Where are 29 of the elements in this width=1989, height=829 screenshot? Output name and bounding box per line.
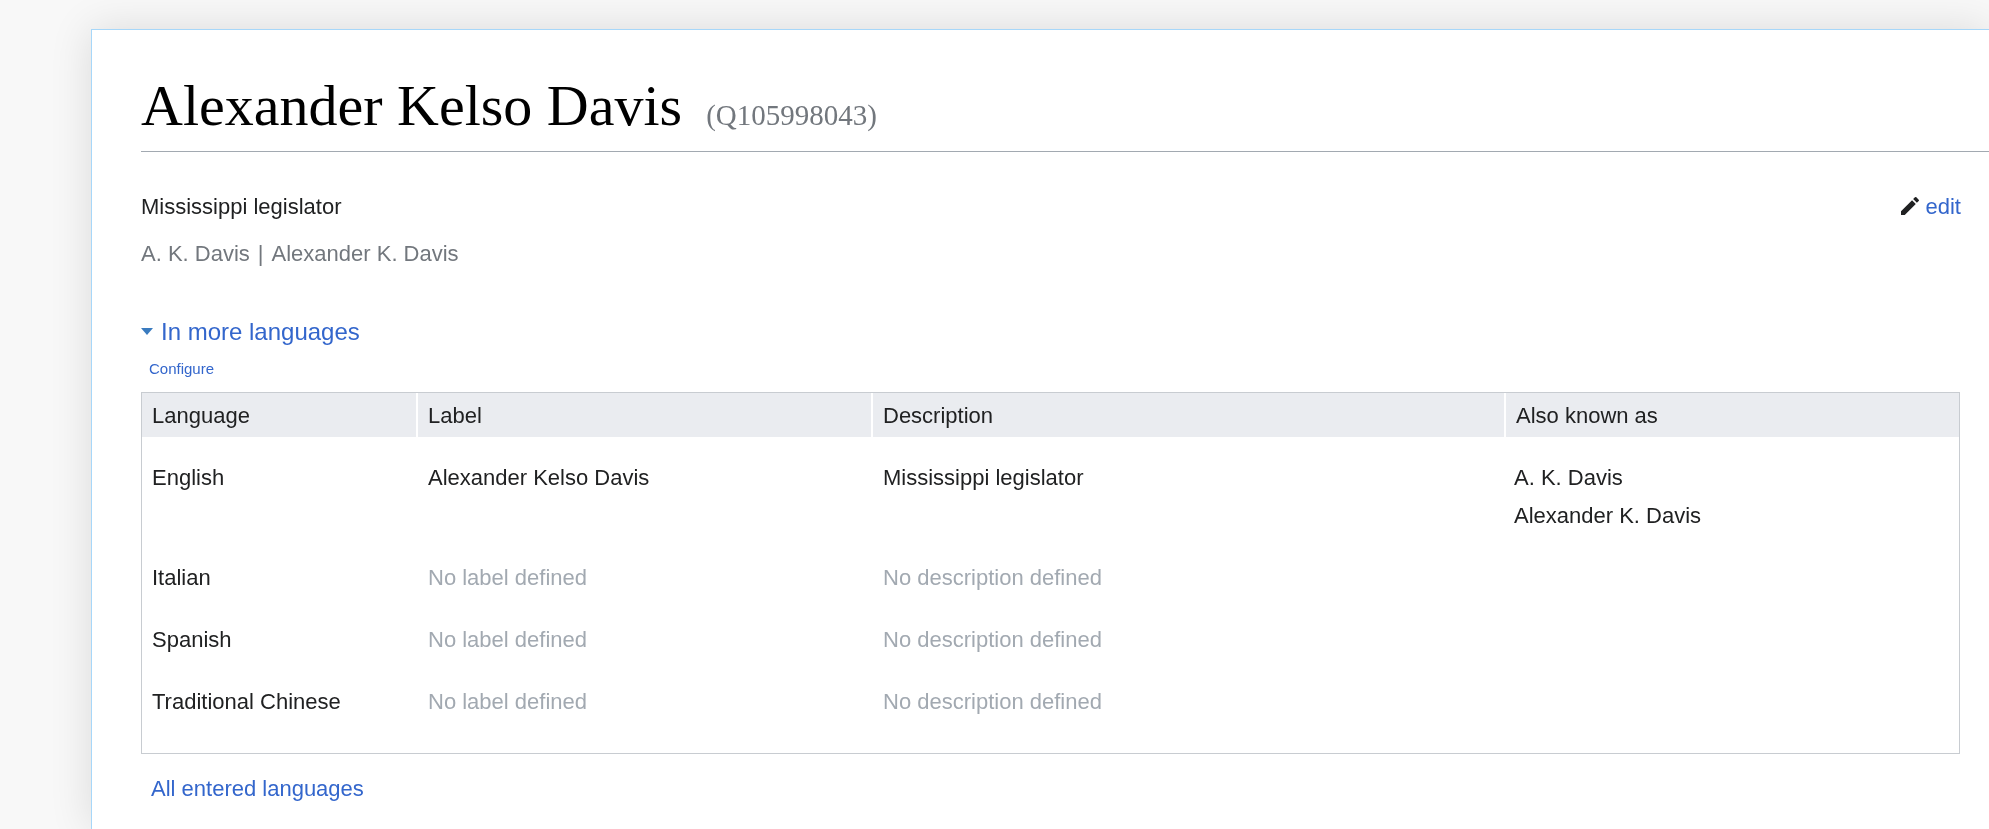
column-header: Also known as [1516, 401, 1658, 430]
page-title: Alexander Kelso Davis [141, 72, 683, 140]
description-cell-text: No description defined [882, 626, 1103, 654]
column-header: Description [883, 401, 994, 430]
configure-link[interactable]: Configure [149, 357, 215, 380]
item-id: (Q105998043) [706, 98, 877, 133]
all-languages-link[interactable]: All entered languages [151, 772, 364, 805]
description-cell-text: No description defined [882, 688, 1103, 716]
languages-toggle[interactable]: In more languages [141, 313, 360, 350]
alias-separator: | [257, 239, 264, 268]
language-cell-text: Italian [151, 564, 212, 592]
alias-cell-text: Alexander K. Davis [1514, 502, 1702, 530]
label-cell-text: No label defined [427, 688, 588, 716]
caret-icon [141, 327, 153, 336]
language-cell-text: English [151, 464, 226, 492]
language-cell-text: Spanish [151, 626, 233, 654]
column-header: Label [428, 401, 482, 430]
label-cell-text: Alexander Kelso Davis [427, 464, 651, 492]
label-cell-text: No label defined [427, 626, 588, 654]
description-cell-text: Mississippi legislator [882, 464, 1085, 492]
description-cell-text: No description defined [882, 564, 1103, 592]
alias-cell-text: A. K. Davis [1514, 464, 1623, 492]
alias: Alexander K. Davis [271, 239, 459, 268]
edit-link[interactable]: edit [1897, 189, 1961, 223]
label-cell-text: No label defined [427, 564, 588, 592]
item-description: Mississippi legislator [141, 192, 343, 221]
language-cell-text: Traditional Chinese [151, 688, 342, 716]
column-header: Language [152, 401, 250, 430]
alias: A. K. Davis [141, 239, 250, 268]
